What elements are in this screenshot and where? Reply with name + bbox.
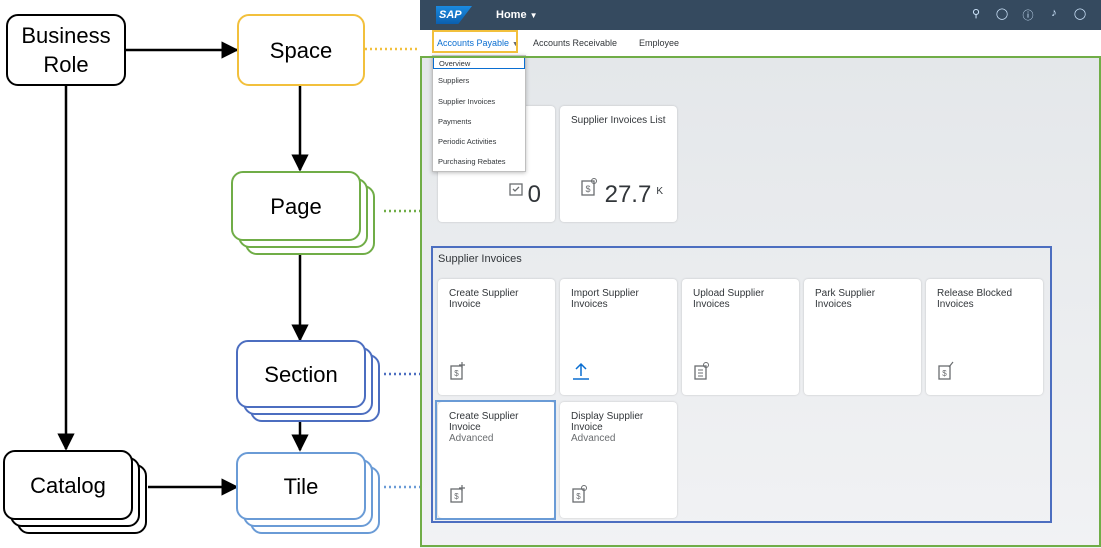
space-tab-bar: Accounts Payable ▼ Accounts Receivable Em… xyxy=(420,30,1101,57)
home-menu-button[interactable]: Home ▼ xyxy=(496,9,537,21)
space-highlight-box xyxy=(432,30,518,53)
sap-launchpad-screenshot: SAP Home ▼ ⚲ ◯ ⓘ ♪ ◯ Accounts Payable ▼ Ac… xyxy=(420,0,1101,548)
user-icon[interactable]: ◯ xyxy=(1067,7,1093,23)
tile-label: Tile xyxy=(283,473,319,499)
tile-highlight-box xyxy=(435,400,556,520)
space-node: Space xyxy=(237,14,365,86)
shell-bar: SAP Home ▼ ⚲ ◯ ⓘ ♪ ◯ xyxy=(420,0,1101,30)
help-icon[interactable]: ⓘ xyxy=(1015,7,1041,23)
business-role-node: Business Role xyxy=(6,14,126,86)
home-menu-label: Home xyxy=(496,9,527,21)
catalog-label: Catalog xyxy=(30,472,106,498)
sap-logo[interactable]: SAP xyxy=(436,6,472,24)
business-role-label: Business Role xyxy=(21,23,111,77)
section-node: Section xyxy=(236,340,366,408)
tab-accounts-receivable[interactable]: Accounts Receivable xyxy=(533,38,617,48)
chevron-down-icon: ▼ xyxy=(529,11,538,20)
search-icon[interactable]: ⚲ xyxy=(963,7,989,23)
page-label: Page xyxy=(270,193,322,219)
space-label: Space xyxy=(269,37,333,63)
tab-employee[interactable]: Employee xyxy=(639,38,679,48)
page-node: Page xyxy=(231,171,361,241)
shell-icons: ⚲ ◯ ⓘ ♪ ◯ xyxy=(963,7,1093,23)
section-label: Section xyxy=(264,361,338,387)
catalog-node: Catalog xyxy=(3,450,133,520)
copilot-icon[interactable]: ◯ xyxy=(989,7,1015,23)
notification-icon[interactable]: ♪ xyxy=(1041,7,1067,23)
tile-node: Tile xyxy=(236,452,366,520)
